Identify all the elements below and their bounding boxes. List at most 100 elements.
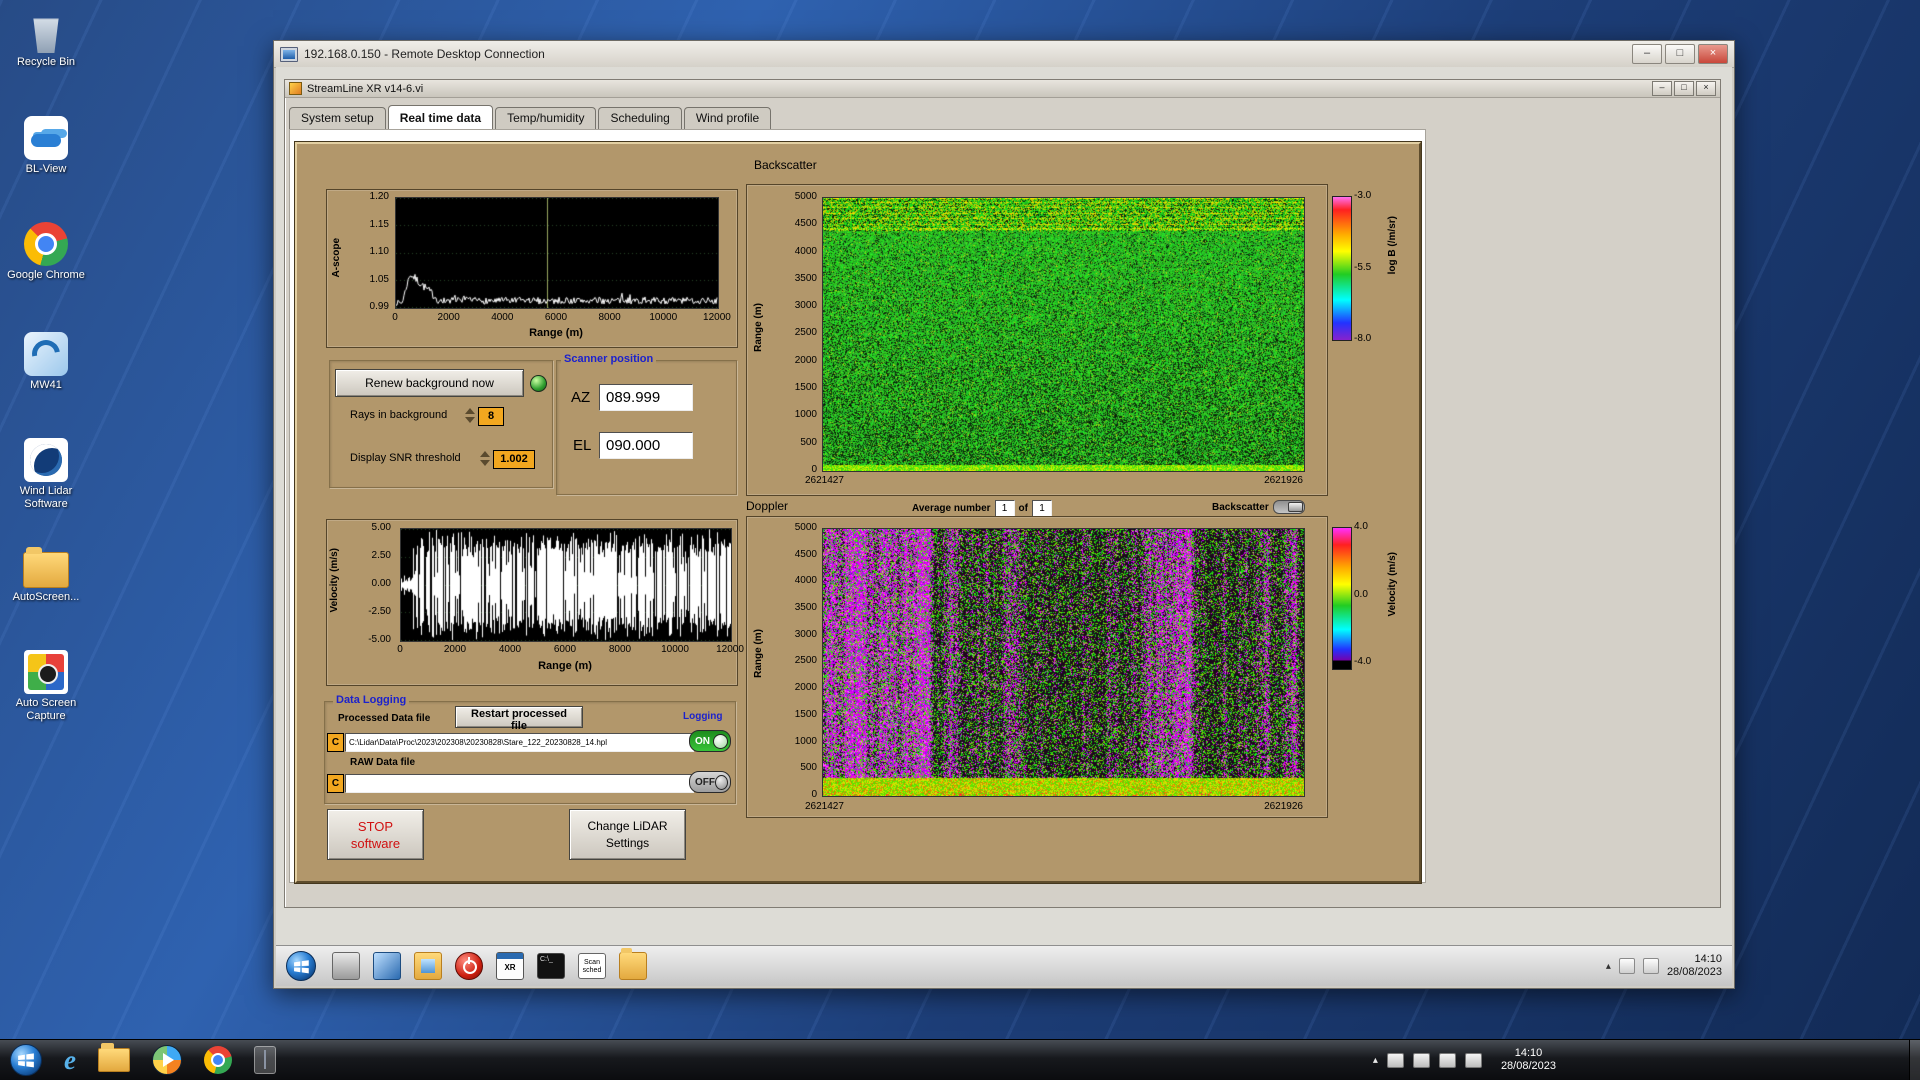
backscatter-x-start: 2621427 xyxy=(805,475,844,486)
az-label: AZ xyxy=(571,389,591,406)
app-minimize-button[interactable]: – xyxy=(1652,81,1672,96)
rays-value-field[interactable]: 8 xyxy=(478,407,504,426)
az-value-field[interactable]: 089.999 xyxy=(599,384,693,411)
ascope-y-tick: 1.15 xyxy=(369,218,389,230)
processed-drive-selector[interactable]: C xyxy=(327,733,344,752)
raw-path-field[interactable] xyxy=(345,774,694,793)
desktop-icon-mw41[interactable]: MW41 xyxy=(2,332,90,392)
desktop-icon-google-chrome[interactable]: Google Chrome xyxy=(2,222,90,282)
remote-taskbar: XR C:\_ Scan sched ▴ 14:10 28/08/2023 xyxy=(276,945,1732,986)
average-number-row: Average number 1 of 1 xyxy=(912,500,1052,517)
doppler-y-tick: 3000 xyxy=(794,628,817,640)
doppler-x-start: 2621427 xyxy=(805,801,844,812)
rdp-minimize-button[interactable]: – xyxy=(1632,44,1662,64)
backscatter-y-axis-title: Range (m) xyxy=(753,303,764,352)
tab-scheduling[interactable]: Scheduling xyxy=(598,107,682,129)
start-button[interactable] xyxy=(10,1044,42,1076)
rays-spinner[interactable] xyxy=(465,407,476,424)
remote-tray: ▴ 14:10 28/08/2023 xyxy=(1606,953,1732,979)
ascope-x-tick: 6000 xyxy=(544,312,568,323)
remote-clock: 14:10 28/08/2023 xyxy=(1667,953,1722,979)
internet-explorer-icon[interactable]: e xyxy=(64,1045,76,1076)
velocity-y-tick: -2.50 xyxy=(368,606,391,617)
network-icon[interactable] xyxy=(1438,1052,1456,1068)
rdp-maximize-button[interactable]: □ xyxy=(1665,44,1695,64)
backscatter-y-tick: 1000 xyxy=(794,409,817,421)
clock[interactable]: 14:10 28/08/2023 xyxy=(1501,1047,1556,1073)
volume-icon[interactable] xyxy=(1464,1052,1482,1068)
tab-wind-profile[interactable]: Wind profile xyxy=(683,107,772,129)
media-player-icon[interactable] xyxy=(151,1045,182,1075)
doppler-heatmap xyxy=(822,528,1305,797)
backscatter-toggle[interactable] xyxy=(1272,500,1305,514)
remote-start-button[interactable] xyxy=(286,951,316,981)
average-number-field[interactable]: 1 xyxy=(994,500,1015,517)
rdp-taskbar-button[interactable] xyxy=(253,1046,276,1074)
remote-folder-icon[interactable] xyxy=(619,948,647,980)
windows-explorer-icon[interactable] xyxy=(97,1043,130,1072)
system-tray: ▴ 14:10 28/08/2023 xyxy=(1373,1040,1920,1080)
raw-drive-selector[interactable]: C xyxy=(327,774,344,793)
remote-network-icon[interactable] xyxy=(1642,958,1659,974)
restart-processed-file-button[interactable]: Restart processed file xyxy=(455,706,583,732)
el-value-field[interactable]: 090.000 xyxy=(599,432,693,459)
streamline-app-window: StreamLine XR v14-6.vi – □ × System setu… xyxy=(284,79,1721,908)
velocity-x-tick: 12000 xyxy=(716,644,744,655)
language-icon[interactable] xyxy=(1386,1052,1404,1068)
tab-temp-humidity[interactable]: Temp/humidity xyxy=(495,107,597,129)
remote-pen-icon[interactable] xyxy=(332,952,360,980)
app-restore-button[interactable]: □ xyxy=(1674,81,1694,96)
desktop-icon-auto-screen-capture[interactable]: Auto Screen Capture xyxy=(2,650,90,723)
desktop-icon-wind-lidar-software[interactable]: Wind Lidar Software xyxy=(2,438,90,511)
remote-volume-icon[interactable] xyxy=(1618,958,1635,974)
stop-software-button[interactable]: STOP software xyxy=(327,809,424,860)
ascope-y-axis-title: A-scope xyxy=(331,238,342,278)
stop-line1: STOP xyxy=(357,818,394,834)
tab-system-setup[interactable]: System setup xyxy=(289,107,386,129)
velocity-x-tick: 10000 xyxy=(661,644,689,655)
backscatter-section-title: Backscatter xyxy=(754,158,817,172)
el-label: EL xyxy=(573,437,592,454)
off-label: OFF xyxy=(695,776,715,788)
desktop-icon-label: Wind Lidar Software xyxy=(19,485,73,510)
raw-logging-toggle[interactable]: OFF xyxy=(689,771,731,793)
remote-power-icon[interactable] xyxy=(455,952,483,980)
desktop-icon-autoscreen-[interactable]: AutoScreen... xyxy=(2,544,90,604)
desktop-icon-recycle-bin[interactable]: Recycle Bin xyxy=(2,10,90,69)
tray-expand-icon[interactable]: ▴ xyxy=(1373,1055,1378,1066)
velocity-y-axis-title: Velocity (m/s) xyxy=(329,548,340,613)
ascope-x-tick: 0 xyxy=(392,312,398,323)
stop-line2: software xyxy=(350,835,401,851)
average-total-field[interactable]: 1 xyxy=(1032,500,1052,517)
doppler-y-tick: 2500 xyxy=(794,655,817,667)
processed-logging-toggle[interactable]: ON xyxy=(689,730,731,752)
tab-real-time-data[interactable]: Real time data xyxy=(387,105,494,129)
of-label: of xyxy=(1018,503,1028,514)
keyboard-icon[interactable] xyxy=(1412,1052,1430,1068)
remote-xr-window-icon[interactable]: XR xyxy=(496,952,524,980)
remote-cmd-icon[interactable]: C:\_ xyxy=(537,953,565,979)
remote-tray-expand-icon[interactable]: ▴ xyxy=(1606,961,1611,972)
renew-background-button[interactable]: Renew background now xyxy=(335,369,524,397)
rdp-close-button[interactable]: × xyxy=(1698,44,1728,64)
remote-photo-folder-icon[interactable] xyxy=(414,952,442,980)
chrome-icon[interactable] xyxy=(203,1046,232,1074)
remote-screens-icon[interactable] xyxy=(373,952,401,980)
change-line1: Change LiDAR xyxy=(587,818,668,833)
show-desktop-button[interactable] xyxy=(1909,1040,1920,1080)
remote-scan-sched-icon[interactable]: Scan sched xyxy=(578,953,606,979)
change-lidar-settings-button[interactable]: Change LiDAR Settings xyxy=(569,809,686,860)
app-titlebar[interactable]: StreamLine XR v14-6.vi – □ × xyxy=(285,80,1720,98)
rdp-titlebar[interactable]: 192.168.0.150 - Remote Desktop Connectio… xyxy=(274,41,1734,68)
doppler-colorbar-tick: 0.0 xyxy=(1354,588,1368,600)
desktop-icon-bl-view[interactable]: BL-View xyxy=(2,116,90,176)
snr-value-field[interactable]: 1.002 xyxy=(493,450,535,469)
raw-data-file-label: RAW Data file xyxy=(350,757,416,768)
clock-time: 14:10 xyxy=(1514,1047,1543,1059)
processed-path-field[interactable]: C:\Lidar\Data\Proc\2023\202308\20230828\… xyxy=(345,733,694,752)
auto-screen-capture-icon xyxy=(24,650,68,694)
wind-lidar-icon xyxy=(24,438,68,482)
doppler-y-tick: 500 xyxy=(800,762,817,774)
app-close-button[interactable]: × xyxy=(1696,81,1716,96)
snr-spinner[interactable] xyxy=(480,450,491,467)
